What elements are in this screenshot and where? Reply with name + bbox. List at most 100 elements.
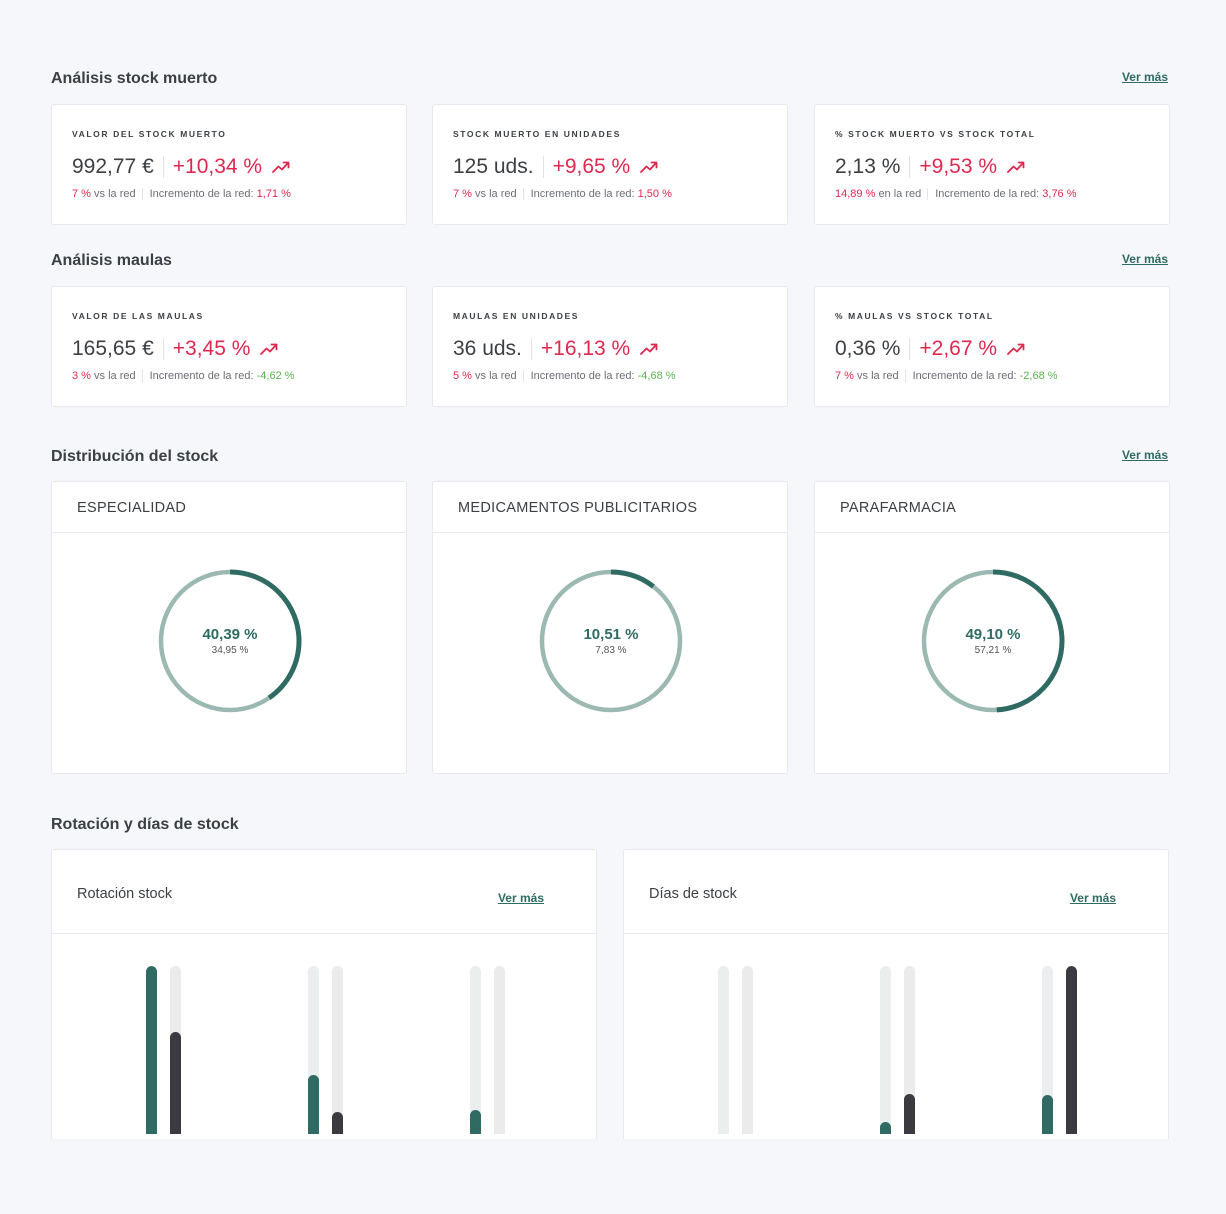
distribution-card-title: ESPECIALIDAD — [52, 482, 406, 533]
kpi-card: % STOCK MUERTO VS STOCK TOTAL 2,13 % +9,53… — [814, 104, 1170, 225]
kpi-net-label: Incremento de la red: — [149, 370, 254, 382]
kpi-net-value: -4,68 % — [637, 370, 676, 382]
donut-percent: 10,51 % — [583, 626, 639, 643]
donut-secondary: 7,83 % — [595, 645, 627, 656]
ver-mas-link-maulas[interactable]: Ver más — [1122, 252, 1168, 266]
bar-track-dark — [170, 966, 181, 1134]
kpi-label: MAULAS EN UNIDADES — [453, 311, 580, 321]
section-title-rotacion: Rotación y días de stock — [51, 816, 239, 833]
distribution-card-title: MEDICAMENTOS PUBLICITARIOS — [433, 482, 787, 533]
kpi-value: 125 uds. — [453, 155, 534, 178]
kpi-compare-text: vs la red — [94, 188, 136, 200]
kpi-net-value: -2,68 % — [1019, 370, 1058, 382]
ver-mas-link-stock-muerto[interactable]: Ver más — [1122, 70, 1168, 84]
bar-track-teal — [470, 966, 481, 1134]
section-title-distribucion: Distribución del stock — [51, 448, 219, 465]
kpi-card: VALOR DE LAS MAULAS 165,65 € +3,45 % 3 % vs… — [51, 286, 407, 407]
kpi-net-label: Incremento de la red: — [530, 370, 635, 382]
kpi-net-label: Incremento de la red: — [912, 370, 1017, 382]
kpi-divider — [909, 338, 911, 360]
kpi-sub-divider — [522, 370, 524, 382]
trending-up-icon — [260, 342, 278, 356]
kpi-net-value: 3,76 % — [1042, 188, 1077, 200]
kpi-net-value: 1,50 % — [637, 188, 672, 200]
bar-track-teal — [146, 966, 157, 1134]
bar-fill-teal — [470, 1110, 481, 1134]
rotation-card-title: Días de stock — [649, 886, 737, 902]
kpi-compare-text: vs la red — [475, 370, 517, 382]
kpi-delta: +16,13 % — [540, 337, 631, 360]
kpi-value: 36 uds. — [453, 337, 522, 360]
trending-up-icon — [1007, 160, 1025, 174]
kpi-value: 165,65 € — [72, 337, 154, 360]
trending-up-icon — [640, 160, 658, 174]
kpi-delta: +9,53 % — [919, 155, 998, 178]
bar-track-dark — [742, 966, 753, 1134]
donut-percent: 49,10 % — [965, 626, 1021, 643]
bar-fill-dark — [170, 1032, 181, 1134]
bar-track-teal — [308, 966, 319, 1134]
donut-chart: 49,10 % 57,21 % — [918, 566, 1068, 716]
kpi-card: VALOR DEL STOCK MUERTO 992,77 € +10,34 % 7 … — [51, 104, 407, 225]
kpi-compare-text: vs la red — [475, 188, 517, 200]
rotation-card: Rotación stock Ver más — [51, 849, 597, 1139]
kpi-divider — [542, 156, 544, 178]
kpi-delta: +9,65 % — [552, 155, 631, 178]
kpi-value: 992,77 € — [72, 155, 154, 178]
kpi-value: 0,36 % — [835, 337, 901, 360]
section-title-stock-muerto: Análisis stock muerto — [51, 70, 218, 87]
trending-up-icon — [640, 342, 658, 356]
bar-track-dark — [332, 966, 343, 1134]
kpi-compare-text: en la red — [878, 188, 922, 200]
kpi-label: STOCK MUERTO EN UNIDADES — [453, 129, 621, 139]
ver-mas-link[interactable]: Ver más — [1070, 891, 1116, 905]
kpi-net-label: Incremento de la red: — [935, 188, 1040, 200]
kpi-compare-value: 7 % — [453, 188, 472, 200]
kpi-divider — [162, 156, 164, 178]
kpi-delta: +3,45 % — [172, 337, 251, 360]
ver-mas-link-distribucion[interactable]: Ver más — [1122, 448, 1168, 462]
kpi-sub-divider — [522, 188, 524, 200]
kpi-delta: +2,67 % — [919, 337, 998, 360]
donut-secondary: 34,95 % — [211, 645, 249, 656]
donut-chart: 10,51 % 7,83 % — [536, 566, 686, 716]
kpi-net-label: Incremento de la red: — [530, 188, 635, 200]
kpi-compare-value: 14,89 % — [835, 188, 876, 200]
kpi-label: VALOR DE LAS MAULAS — [72, 311, 204, 321]
kpi-sub-divider — [141, 188, 143, 200]
kpi-label: % MAULAS VS STOCK TOTAL — [835, 311, 994, 321]
kpi-sub-divider — [904, 370, 906, 382]
kpi-divider — [909, 156, 911, 178]
kpi-label: % STOCK MUERTO VS STOCK TOTAL — [835, 129, 1036, 139]
bar-fill-dark — [904, 1094, 915, 1134]
kpi-net-value: 1,71 % — [256, 188, 291, 200]
ver-mas-link[interactable]: Ver más — [498, 891, 544, 905]
distribution-card: PARAFARMACIA 49,10 % 57,21 % — [814, 481, 1170, 774]
bar-track-teal — [1042, 966, 1053, 1134]
donut-chart: 40,39 % 34,95 % — [155, 566, 305, 716]
bar-track-dark — [1066, 966, 1077, 1134]
bar-fill-dark — [332, 1112, 343, 1134]
kpi-compare-value: 5 % — [453, 370, 472, 382]
kpi-sub-divider — [927, 188, 929, 200]
bar-track-teal — [718, 966, 729, 1134]
kpi-delta: +10,34 % — [172, 155, 263, 178]
kpi-sub-divider — [141, 370, 143, 382]
bar-chart — [624, 966, 1168, 1134]
kpi-compare-value: 7 % — [72, 188, 91, 200]
trending-up-icon — [1007, 342, 1025, 356]
bar-fill-teal — [146, 966, 157, 1134]
kpi-divider — [162, 338, 164, 360]
kpi-compare-value: 3 % — [72, 370, 91, 382]
bar-track-teal — [880, 966, 891, 1134]
kpi-card: % MAULAS VS STOCK TOTAL 0,36 % +2,67 % 7 % … — [814, 286, 1170, 407]
distribution-card: ESPECIALIDAD 40,39 % 34,95 % — [51, 481, 407, 774]
kpi-card: MAULAS EN UNIDADES 36 uds. +16,13 % 5 % vs … — [432, 286, 788, 407]
distribution-card-title: PARAFARMACIA — [815, 482, 1169, 533]
kpi-label: VALOR DEL STOCK MUERTO — [72, 129, 227, 139]
donut-secondary: 57,21 % — [974, 645, 1012, 656]
kpi-card: STOCK MUERTO EN UNIDADES 125 uds. +9,65 % 7… — [432, 104, 788, 225]
rotation-card-title: Rotación stock — [77, 886, 173, 902]
kpi-compare-text: vs la red — [94, 370, 136, 382]
bar-chart — [52, 966, 596, 1134]
